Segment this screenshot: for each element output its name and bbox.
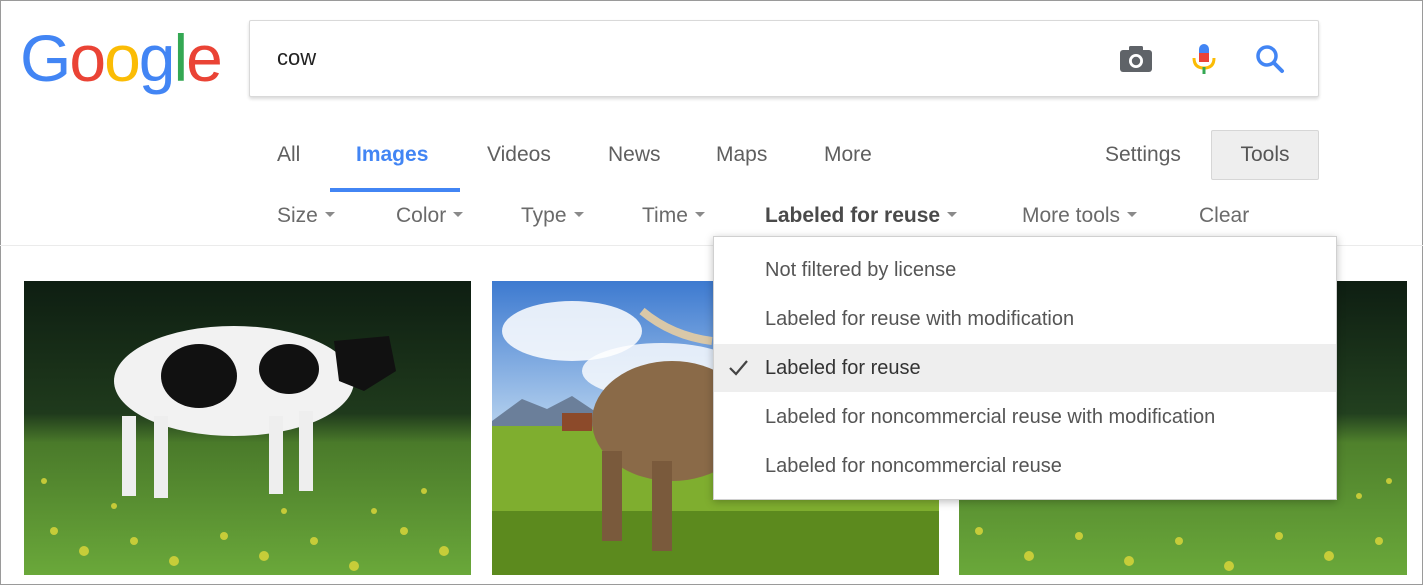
menu-item-labeled-for-reuse[interactable]: Labeled for reuse bbox=[714, 344, 1336, 392]
logo-letter: o bbox=[69, 21, 106, 95]
result-image-1[interactable] bbox=[24, 281, 471, 575]
tab-more[interactable]: More bbox=[824, 143, 872, 167]
google-logo[interactable]: Google bbox=[20, 20, 223, 96]
color-dropdown[interactable]: Color bbox=[396, 204, 464, 228]
menu-item-noncommercial-reuse[interactable]: Labeled for noncommercial reuse bbox=[714, 442, 1336, 490]
microphone-icon[interactable] bbox=[1184, 39, 1224, 79]
usage-rights-dropdown[interactable]: Labeled for reuse bbox=[765, 204, 958, 228]
search-icon[interactable] bbox=[1250, 39, 1290, 79]
type-label: Type bbox=[521, 204, 567, 227]
time-label: Time bbox=[642, 204, 688, 227]
menu-item-label: Labeled for reuse bbox=[765, 357, 921, 379]
search-tabs: All Images Videos News Maps More Setting… bbox=[0, 130, 1423, 192]
menu-item-reuse-with-modification[interactable]: Labeled for reuse with modification bbox=[714, 295, 1336, 343]
menu-item-not-filtered[interactable]: Not filtered by license bbox=[714, 246, 1336, 294]
tab-maps[interactable]: Maps bbox=[716, 143, 767, 167]
settings-link[interactable]: Settings bbox=[1105, 143, 1181, 167]
logo-letter: G bbox=[20, 21, 71, 95]
menu-item-label: Labeled for reuse with modification bbox=[765, 308, 1075, 330]
tab-all[interactable]: All bbox=[277, 143, 300, 167]
usage-rights-menu: Not filtered by license Labeled for reus… bbox=[713, 236, 1337, 500]
more-tools-label: More tools bbox=[1022, 204, 1121, 227]
tab-videos[interactable]: Videos bbox=[487, 143, 551, 167]
caret-down-icon bbox=[947, 211, 958, 217]
size-label: Size bbox=[277, 204, 318, 227]
camera-icon[interactable] bbox=[1116, 39, 1156, 79]
time-dropdown[interactable]: Time bbox=[642, 204, 705, 228]
search-box[interactable] bbox=[249, 20, 1319, 97]
usage-rights-label: Labeled for reuse bbox=[765, 204, 941, 227]
logo-letter: o bbox=[104, 21, 141, 95]
type-dropdown[interactable]: Type bbox=[521, 204, 584, 228]
search-input[interactable] bbox=[277, 45, 1077, 71]
menu-item-label: Not filtered by license bbox=[765, 259, 957, 281]
logo-letter: l bbox=[173, 21, 189, 95]
clear-link[interactable]: Clear bbox=[1199, 204, 1249, 228]
tab-news[interactable]: News bbox=[608, 143, 661, 167]
tools-button[interactable]: Tools bbox=[1211, 130, 1319, 180]
tools-bar: Size Color Type Time Labeled for reuse M… bbox=[0, 198, 1423, 238]
logo-letter: e bbox=[186, 21, 223, 95]
color-label: Color bbox=[396, 204, 447, 227]
menu-item-label: Labeled for noncommercial reuse bbox=[765, 455, 1062, 477]
caret-down-icon bbox=[694, 211, 705, 217]
tab-images[interactable]: Images bbox=[356, 143, 428, 167]
caret-down-icon bbox=[573, 211, 584, 217]
caret-down-icon bbox=[324, 211, 335, 217]
logo-letter: g bbox=[138, 21, 176, 95]
more-tools-dropdown[interactable]: More tools bbox=[1022, 204, 1138, 228]
caret-down-icon bbox=[1127, 211, 1138, 217]
menu-item-noncommercial-with-modification[interactable]: Labeled for noncommercial reuse with mod… bbox=[714, 393, 1336, 441]
menu-item-label: Labeled for noncommercial reuse with mod… bbox=[765, 406, 1216, 428]
size-dropdown[interactable]: Size bbox=[277, 204, 335, 228]
checkmark-icon bbox=[729, 360, 748, 376]
active-tab-indicator bbox=[330, 188, 460, 192]
caret-down-icon bbox=[453, 211, 464, 217]
